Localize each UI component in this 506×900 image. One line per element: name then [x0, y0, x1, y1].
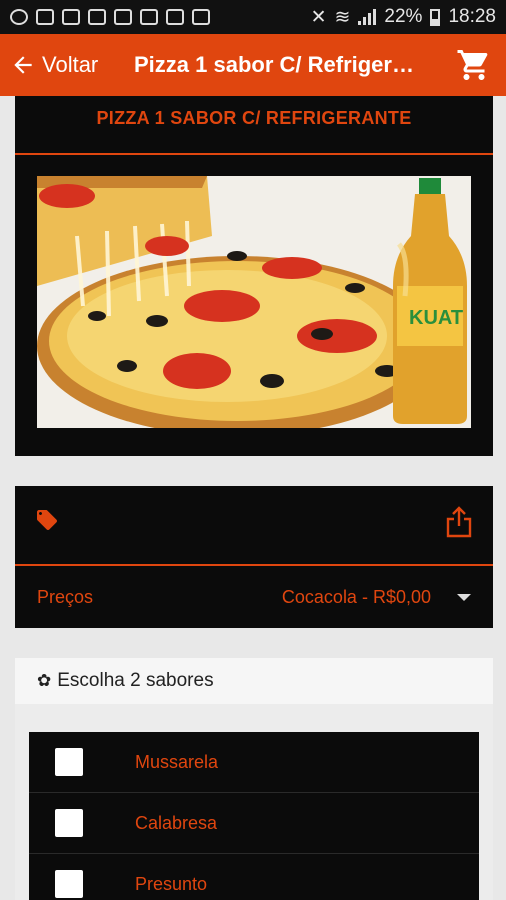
price-card: Preços Cocacola - R$0,00 — [15, 486, 493, 628]
battery-icon — [430, 8, 441, 26]
fish-icon — [114, 9, 132, 25]
flavors-header-text: Escolha 2 sabores — [57, 670, 214, 691]
cart-icon — [457, 50, 488, 80]
clock: 18:28 — [448, 6, 496, 27]
flavor-checkbox[interactable] — [55, 870, 83, 898]
pizza-and-soda-illustration: KUAT — [37, 176, 471, 428]
gear-icon: ✿ — [37, 671, 52, 690]
cleaner-icon — [88, 9, 106, 25]
flavor-item-presunto[interactable]: Presunto — [29, 854, 479, 900]
price-selected-value: Cocacola - R$0,00 — [281, 586, 431, 607]
app-bar: Voltar Pizza 1 sabor C/ Refrigerante — [0, 34, 506, 96]
flavors-header: ✿ Escolha 2 sabores — [15, 658, 493, 704]
page-title: Pizza 1 sabor C/ Refrigerante — [134, 52, 424, 77]
flavor-checkbox[interactable] — [55, 748, 83, 776]
cart-button[interactable] — [454, 45, 494, 85]
flavor-checkbox[interactable] — [55, 809, 83, 837]
status-bar: ✕ ≋ 22% 18:28 — [0, 0, 506, 34]
back-arrow-icon — [14, 56, 32, 74]
product-divider — [15, 153, 493, 155]
chevron-down-icon — [457, 593, 471, 601]
flavors-list: Mussarela Calabresa Presunto — [29, 732, 479, 900]
share-icon[interactable] — [445, 506, 473, 538]
product-name: PIZZA 1 SABOR C/ REFRIGERANTE — [96, 108, 412, 128]
flavor-label: Presunto — [135, 873, 208, 894]
tag-notification-icon — [166, 9, 184, 25]
battery-percent: 22% — [384, 6, 423, 27]
signal-icon — [358, 9, 377, 25]
gallery-icon — [36, 9, 54, 25]
back-button[interactable]: Voltar — [0, 34, 120, 96]
notification-icons — [10, 9, 210, 25]
price-label: Preços — [37, 586, 94, 607]
flavor-item-mussarela[interactable]: Mussarela — [29, 732, 479, 793]
voicemail-icon — [192, 9, 210, 25]
tag-icon[interactable] — [35, 508, 59, 532]
flavor-item-calabresa[interactable]: Calabresa — [29, 793, 479, 854]
wifi-icon: ≋ — [334, 6, 351, 28]
flavor-label: Calabresa — [135, 812, 218, 833]
price-select[interactable]: Preços Cocacola - R$0,00 — [15, 566, 493, 628]
app-icon — [140, 9, 158, 25]
bottle-brand-text: KUAT — [409, 307, 463, 329]
product-image: KUAT — [37, 176, 471, 428]
flavors-card: ✿ Escolha 2 sabores Mussarela Calabresa … — [15, 658, 493, 900]
whatsapp-icon — [10, 9, 28, 25]
mute-icon: ✕ — [310, 6, 327, 28]
product-card: PIZZA 1 SABOR C/ REFRIGERANTE KUAT — [15, 96, 493, 456]
mail-icon — [62, 9, 80, 25]
back-label: Voltar — [42, 52, 99, 77]
flavor-label: Mussarela — [135, 751, 219, 772]
